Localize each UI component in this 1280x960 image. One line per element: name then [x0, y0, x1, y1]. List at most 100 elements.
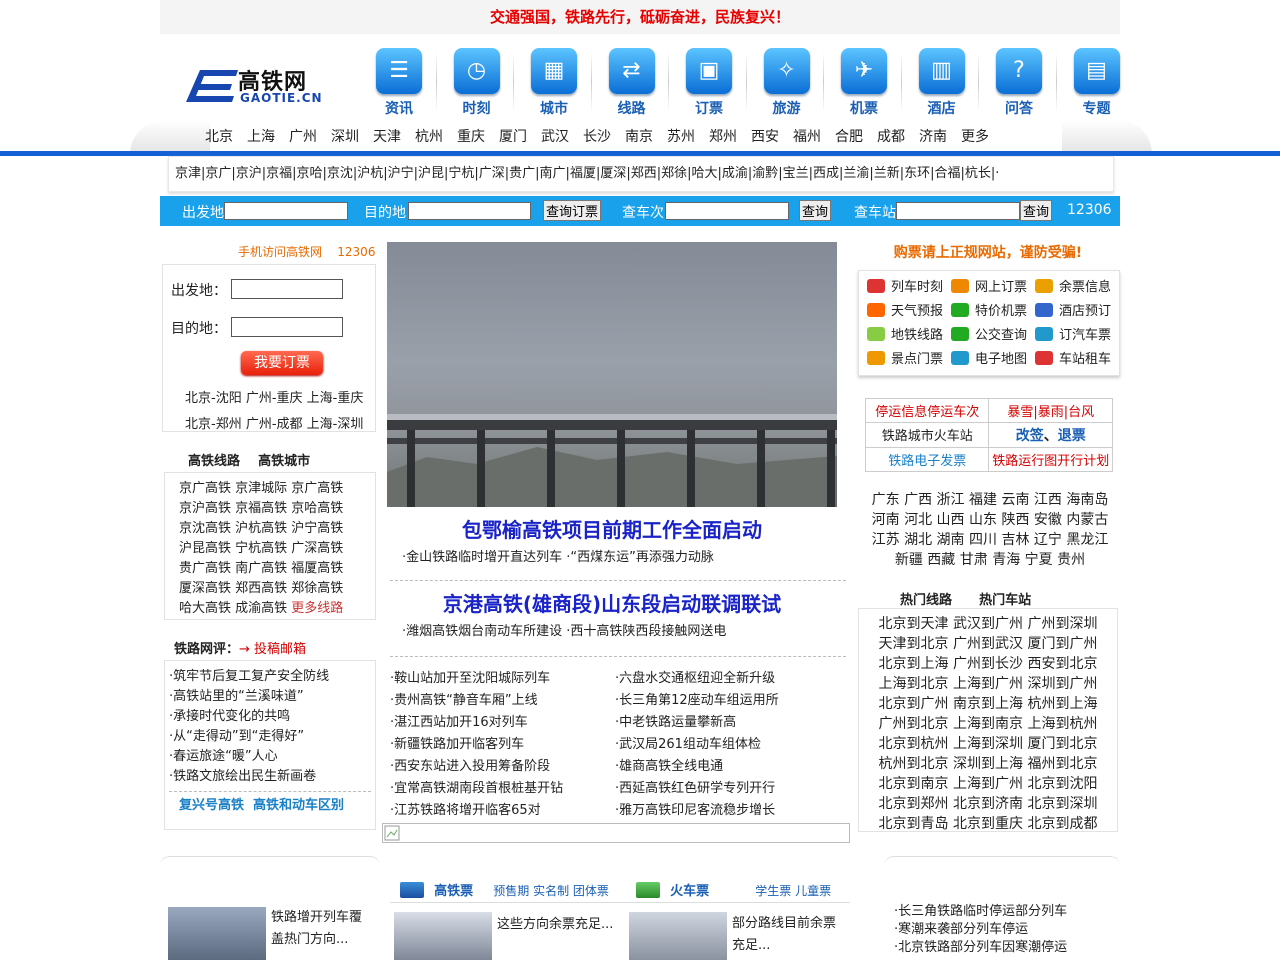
news-item[interactable]: ·西延高铁红色研学专列开行 — [615, 778, 845, 800]
news-item[interactable]: ·中老铁路运量攀新高 — [615, 712, 845, 734]
service-link[interactable]: 网上订票 — [951, 278, 1027, 298]
news-item[interactable]: ·长三角铁路临时停运部分列车 — [894, 903, 1067, 921]
tel-12306[interactable]: 12306 — [1067, 202, 1112, 218]
news-item[interactable]: ·武汉局261组动车组体检 — [615, 734, 845, 756]
city-link[interactable]: 福州 — [793, 126, 821, 146]
city-link[interactable]: 长沙 — [583, 126, 611, 146]
review-item[interactable]: ·承接时代变化的共鸣 — [169, 707, 375, 727]
line-row[interactable]: 哈大高铁 成渝高铁 — [179, 601, 291, 616]
submit-email-link[interactable]: → 投稿邮箱 — [239, 642, 306, 657]
news-item[interactable]: ·宜常高铁湖南段首根桩基开钻 — [390, 778, 610, 800]
city-link[interactable]: 深圳 — [331, 126, 359, 146]
service-link[interactable]: 电子地图 — [951, 350, 1027, 370]
tab-hot-stations[interactable]: 热门车站 — [979, 593, 1031, 608]
news-item[interactable]: ·北京铁路部分列车因寒潮停运 — [894, 939, 1067, 957]
news-item[interactable]: ·寒潮来袭部分列车停运 — [894, 921, 1067, 939]
province-row[interactable]: 新疆 西藏 甘肃 青海 宁夏 贵州 — [868, 550, 1112, 570]
service-link[interactable]: 公交查询 — [951, 326, 1027, 346]
book-from-input[interactable] — [231, 279, 343, 299]
city-link[interactable]: 杭州 — [415, 126, 443, 146]
gaotie-ticket-links[interactable]: 预售期 实名制 团体票 — [493, 884, 609, 898]
nav-item-3[interactable]: ⇄ 线路 — [593, 46, 671, 118]
service-link[interactable]: 车站租车 — [1035, 350, 1111, 370]
line-row[interactable]: 沪昆高铁 宁杭高铁 广深高铁 — [179, 539, 375, 559]
news-caption-mid1[interactable]: 这些方向余票充足... — [497, 913, 617, 932]
hot-route-row[interactable]: 上海到北京 上海到广州 深圳到广州 — [859, 674, 1117, 694]
city-link[interactable]: 天津 — [373, 126, 401, 146]
service-link[interactable]: 酒店预订 — [1035, 302, 1111, 322]
refund-link[interactable]: 退票 — [1058, 428, 1086, 444]
review-item[interactable]: ·铁路文旅绘出民生新画卷 — [169, 767, 375, 787]
service-link[interactable]: 订汽车票 — [1035, 326, 1111, 346]
city-link[interactable]: 济南 — [919, 126, 947, 146]
broken-image-banner[interactable] — [382, 823, 850, 843]
mobile-link[interactable]: 手机访问高铁网 12306 — [238, 243, 375, 260]
headline-photo[interactable] — [387, 242, 837, 507]
city-link[interactable]: 北京 — [205, 126, 233, 146]
nav-item-7[interactable]: ▥ 酒店 — [903, 46, 981, 118]
hot-route-row[interactable]: 杭州到北京 深圳到上海 福州到北京 — [859, 754, 1117, 774]
nav-item-5[interactable]: ✧ 旅游 — [748, 46, 826, 118]
change-ticket-link[interactable]: 改签 — [1016, 428, 1044, 444]
to-input[interactable] — [408, 202, 531, 220]
service-link[interactable]: 天气预报 — [867, 302, 943, 322]
headline-2[interactable]: 京港高铁(雄商段)山东段启动联调联试 — [387, 588, 837, 617]
station-input[interactable] — [896, 202, 1020, 220]
huoche-ticket-title[interactable]: 火车票 — [670, 884, 709, 899]
city-link[interactable]: 合肥 — [835, 126, 863, 146]
tab-hot-cities[interactable]: 高铁城市 — [258, 454, 310, 469]
train-search-button[interactable]: 查询 — [799, 200, 832, 221]
news-item[interactable]: ·雅万高铁印尼客流稳步增长 — [615, 800, 845, 822]
hot-route-row[interactable]: 天津到北京 广州到武汉 厦门到广州 — [859, 634, 1117, 654]
city-link[interactable]: 西安 — [751, 126, 779, 146]
sub-news-1[interactable]: ·金山铁路临时增开直达列车 ·“西煤东运”再添强力动脉 — [402, 546, 714, 565]
tab-hot-lines[interactable]: 高铁线路 — [188, 454, 240, 469]
order-search-button[interactable]: 查询订票 — [543, 200, 602, 221]
nav-item-4[interactable]: ▣ 订票 — [670, 46, 748, 118]
service-link[interactable]: 列车时刻 — [867, 278, 943, 298]
more-lines-link[interactable]: 更多线路 — [291, 601, 343, 616]
news-item[interactable]: ·江苏铁路将增开临客65对 — [390, 800, 610, 822]
tab-hot-routes[interactable]: 热门线路 — [900, 593, 952, 608]
nav-item-1[interactable]: ◷ 时刻 — [438, 46, 516, 118]
news-item[interactable]: ·长三角第12座动车组运用所 — [615, 690, 845, 712]
service-link[interactable]: 余票信息 — [1035, 278, 1111, 298]
city-link[interactable]: 厦门 — [499, 126, 527, 146]
gaotie-ticket-title[interactable]: 高铁票 — [434, 884, 473, 899]
hot-route-row[interactable]: 北京到天津 武汉到广州 广州到深圳 — [859, 614, 1117, 634]
news-caption-mid2[interactable]: 部分路线目前余票充足... — [732, 913, 842, 957]
review-item[interactable]: ·春运旅途“暖”人心 — [169, 747, 375, 767]
hot-route-row[interactable]: 北京到郑州 北京到济南 北京到深圳 — [859, 794, 1117, 814]
service-link[interactable]: 特价机票 — [951, 302, 1027, 322]
stop-info-link[interactable]: 停运信息停运车次 — [864, 397, 990, 424]
city-link[interactable]: 南京 — [625, 126, 653, 146]
nav-item-6[interactable]: ✈ 机票 — [825, 46, 903, 118]
hot-route-row[interactable]: 广州到北京 上海到南京 上海到杭州 — [859, 714, 1117, 734]
news-item[interactable]: ·西安东站进入投用筹备阶段 — [390, 756, 610, 778]
schedule-plan-link[interactable]: 铁路运行图开行计划 — [988, 446, 1113, 473]
line-row[interactable]: 贵广高铁 南广高铁 福厦高铁 — [179, 559, 375, 579]
review-item[interactable]: ·筑牢节后复工复产安全防线 — [169, 667, 375, 687]
quick-routes-1[interactable]: 北京-沈阳 广州-重庆 上海-重庆 — [185, 387, 363, 406]
city-link[interactable]: 广州 — [289, 126, 317, 146]
route-links-bar[interactable]: 京津|京广|京沪|京福|京哈|京沈|沪杭|沪宁|沪昆|宁杭|广深|贵广|南广|福… — [168, 156, 1114, 192]
nav-item-9[interactable]: ▤ 专题 — [1058, 46, 1136, 118]
nav-item-2[interactable]: ▦ 城市 — [515, 46, 593, 118]
hot-route-row[interactable]: 北京到青岛 北京到重庆 北京到成都 — [859, 814, 1117, 834]
station-search-button[interactable]: 查询 — [1020, 200, 1053, 221]
news-thumb-mid2[interactable] — [629, 912, 727, 960]
book-to-input[interactable] — [231, 317, 343, 337]
news-item[interactable]: ·鞍山站加开至沈阳城际列车 — [390, 668, 610, 690]
city-link[interactable]: 上海 — [247, 126, 275, 146]
huoche-ticket-links[interactable]: 学生票 儿童票 — [755, 884, 831, 898]
city-link[interactable]: 成都 — [877, 126, 905, 146]
news-thumb-left[interactable] — [168, 907, 266, 960]
weather-alert-link[interactable]: 暴雪|暴雨|台风 — [988, 397, 1113, 424]
nav-item-8[interactable]: ? 问答 — [980, 46, 1058, 118]
city-link[interactable]: 苏州 — [667, 126, 695, 146]
quick-routes-2[interactable]: 北京-郑州 广州-成都 上海-深圳 — [185, 413, 363, 432]
review-item[interactable]: ·高铁站里的“兰溪味道” — [169, 687, 375, 707]
province-row[interactable]: 广东 广西 浙江 福建 云南 江西 海南岛 — [868, 490, 1112, 510]
news-item[interactable]: ·湛江西站加开16对列车 — [390, 712, 610, 734]
sub-news-2[interactable]: ·潍烟高铁烟台南动车所建设 ·西十高铁陕西段接触网送电 — [402, 620, 726, 639]
